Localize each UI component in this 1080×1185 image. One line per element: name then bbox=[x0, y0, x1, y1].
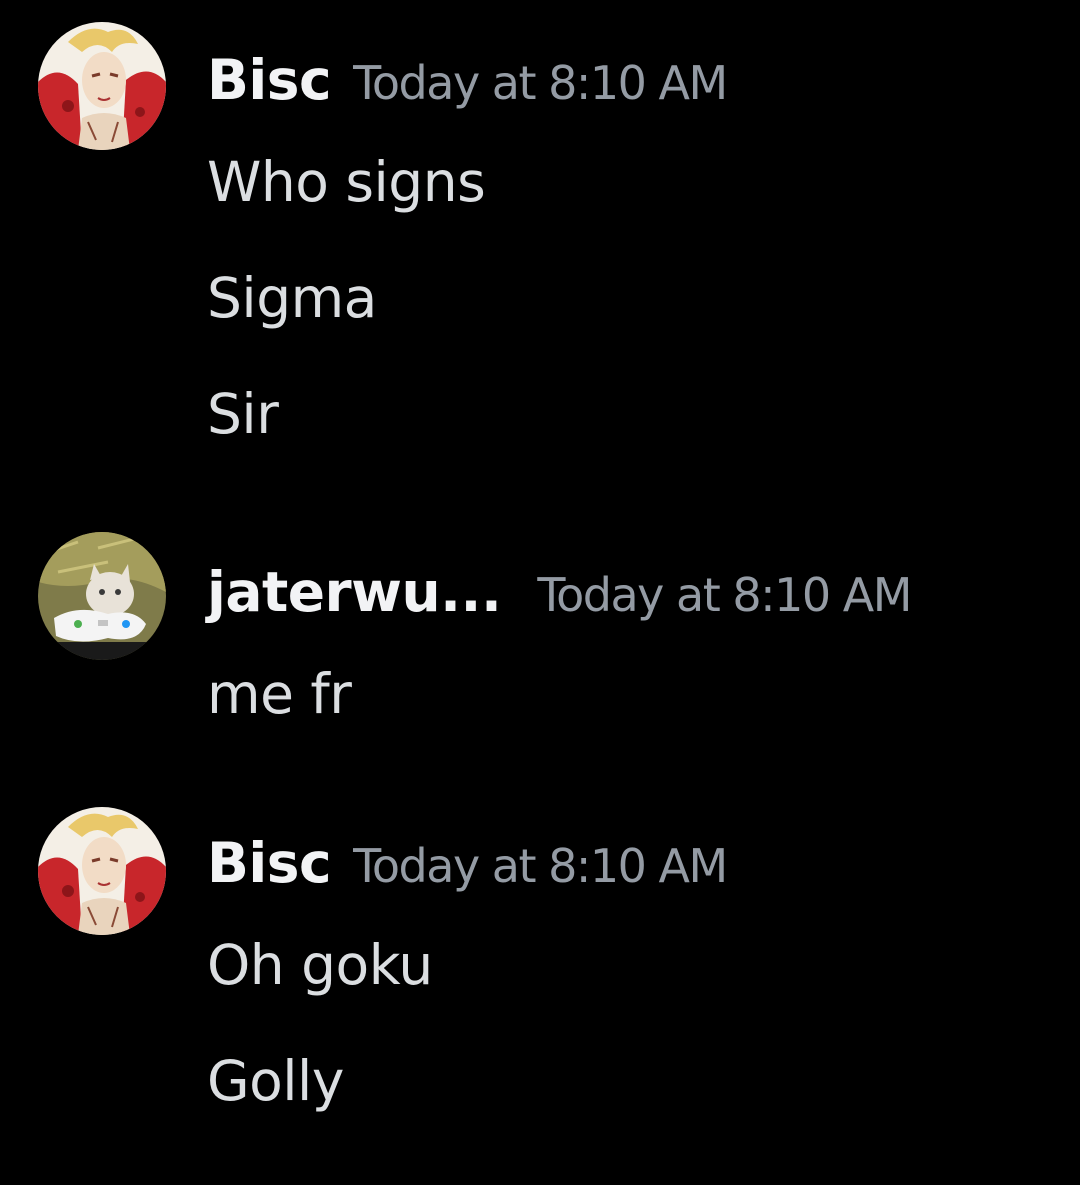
anime-character-avatar-icon bbox=[38, 807, 166, 935]
message-text: Sir bbox=[207, 382, 279, 446]
message-text: Oh goku bbox=[207, 933, 433, 997]
username[interactable]: Bisc bbox=[207, 831, 332, 895]
message-text: Sigma bbox=[207, 266, 377, 330]
timestamp[interactable]: Today at 8:10 AM bbox=[353, 56, 728, 110]
user-avatar-icon[interactable] bbox=[38, 532, 166, 660]
anime-character-avatar-icon bbox=[38, 22, 166, 150]
message-group: jaterwu... Today at 8:10 AM me fr bbox=[0, 532, 1080, 732]
kitten-with-controller-avatar-icon bbox=[38, 532, 166, 660]
timestamp[interactable]: Today at 8:10 AM bbox=[353, 839, 728, 893]
message-group: Bisc Today at 8:10 AM Oh goku Golly bbox=[0, 807, 1080, 1137]
message-text: Who signs bbox=[207, 150, 486, 214]
user-avatar-icon[interactable] bbox=[38, 807, 166, 935]
message-text: me fr bbox=[207, 662, 352, 726]
user-avatar-icon[interactable] bbox=[38, 22, 166, 150]
username[interactable]: jaterwu... bbox=[207, 560, 502, 624]
message-header: jaterwu... Today at 8:10 AM bbox=[207, 560, 912, 630]
message-group: Bisc Today at 8:10 AM Who signs Sigma Sir bbox=[0, 22, 1080, 452]
timestamp[interactable]: Today at 8:10 AM bbox=[537, 568, 912, 622]
message-header: Bisc Today at 8:10 AM bbox=[207, 831, 728, 901]
username[interactable]: Bisc bbox=[207, 48, 332, 112]
message-header: Bisc Today at 8:10 AM bbox=[207, 48, 728, 118]
message-text: Golly bbox=[207, 1049, 344, 1113]
